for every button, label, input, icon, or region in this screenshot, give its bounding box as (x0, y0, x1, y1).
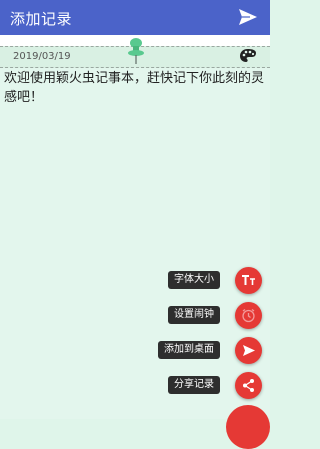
share-icon (243, 379, 254, 392)
share-button[interactable] (235, 372, 262, 399)
note-content[interactable]: 欢迎使用颖火虫记事本，赶快记下你此刻的灵感吧！ (4, 69, 266, 107)
font-size-button[interactable] (235, 267, 262, 294)
add-to-desktop-label[interactable]: 添加到桌面 (158, 341, 220, 359)
send-icon[interactable] (238, 8, 258, 26)
menu-share[interactable]: 分享记录 (122, 372, 262, 399)
alarm-button[interactable] (235, 302, 262, 329)
alarm-label[interactable]: 设置闹钟 (168, 306, 220, 324)
app-bar: 添加记录 (0, 0, 270, 35)
add-to-desktop-icon (243, 345, 255, 356)
font-size-label[interactable]: 字体大小 (168, 271, 220, 289)
font-size-icon (242, 275, 255, 285)
pin-icon[interactable] (125, 37, 147, 65)
menu-alarm[interactable]: 设置闹钟 (122, 302, 262, 329)
note-date: 2019/03/19 (13, 51, 71, 62)
share-label[interactable]: 分享记录 (168, 376, 220, 394)
menu-font-size[interactable]: 字体大小 (122, 267, 262, 294)
alarm-icon (242, 308, 255, 323)
main-fab-button[interactable] (226, 405, 270, 449)
add-to-desktop-button[interactable] (235, 337, 262, 364)
page-title: 添加记录 (10, 10, 73, 28)
palette-icon[interactable] (239, 48, 257, 63)
menu-add-to-desktop[interactable]: 添加到桌面 (122, 337, 262, 364)
